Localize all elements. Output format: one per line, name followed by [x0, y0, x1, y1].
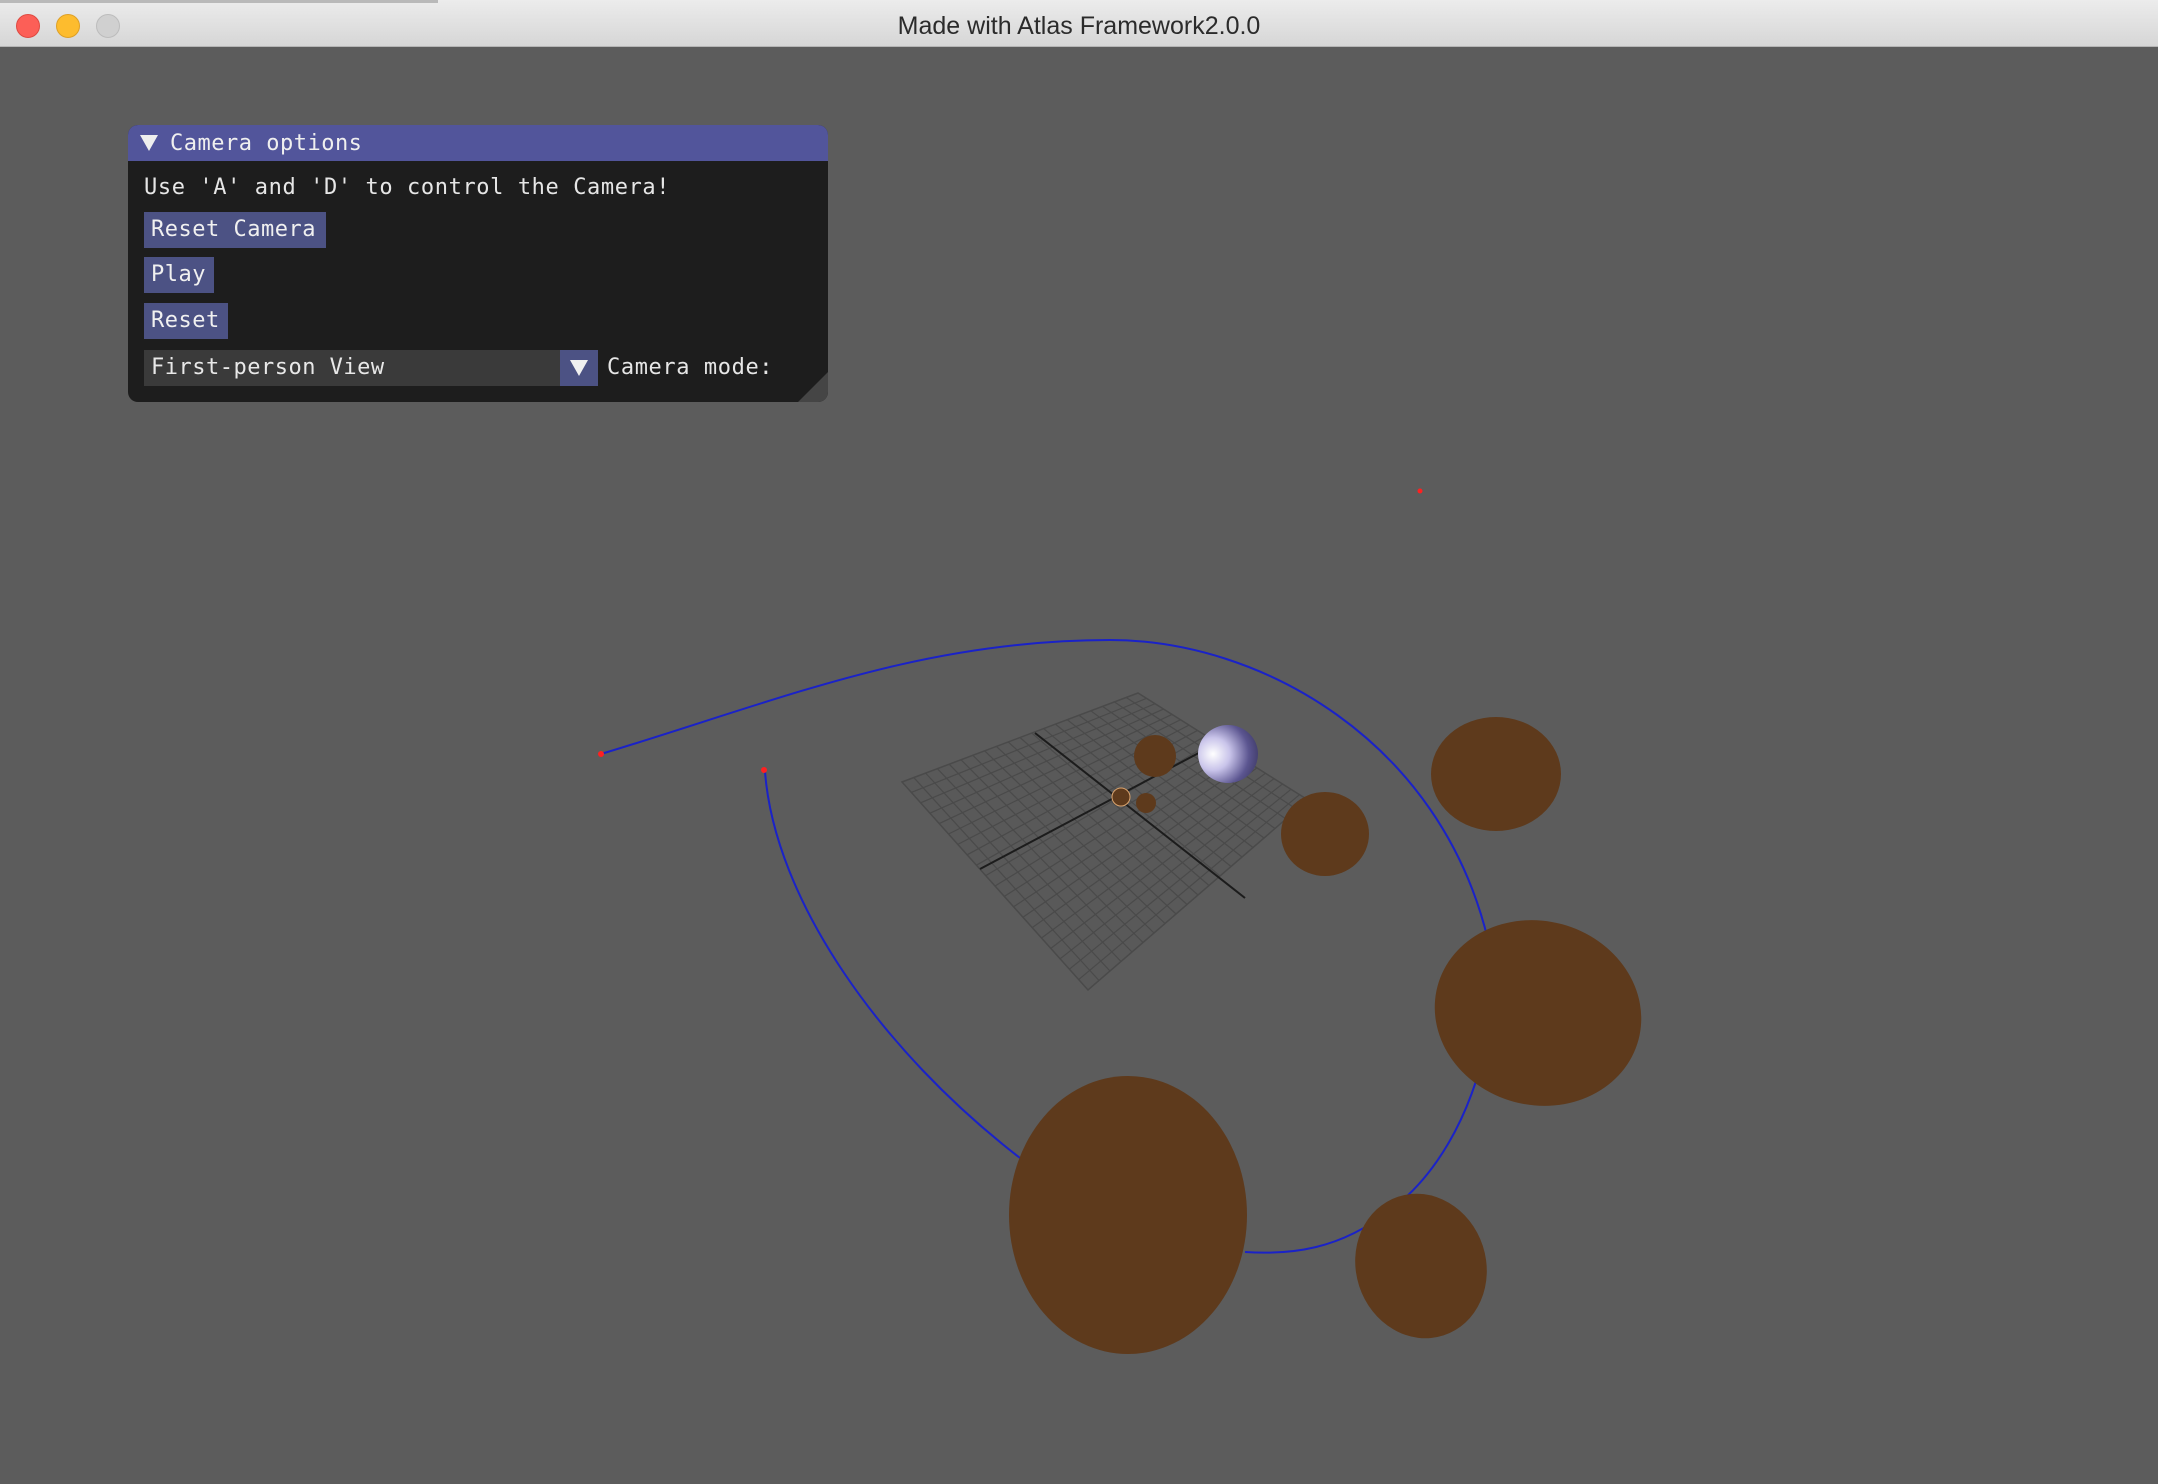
- dropdown-arrow-icon[interactable]: [560, 350, 598, 386]
- camera-options-panel[interactable]: Camera options Use 'A' and 'D' to contro…: [128, 125, 828, 402]
- planet[interactable]: [1337, 1176, 1506, 1355]
- instructions-text: Use 'A' and 'D' to control the Camera!: [144, 175, 671, 200]
- collapse-triangle-icon[interactable]: [140, 135, 158, 151]
- play-button[interactable]: Play: [144, 257, 214, 293]
- window-titlebar[interactable]: Made with Atlas Framework2.0.0: [0, 0, 2158, 47]
- control-point[interactable]: [1417, 488, 1423, 494]
- resize-grip-icon[interactable]: [798, 372, 828, 402]
- planet-largest[interactable]: [1009, 1076, 1247, 1354]
- camera-mode-value: First-person View: [151, 355, 385, 380]
- camera-mode-label: Camera mode:: [607, 355, 774, 380]
- planet[interactable]: [1431, 717, 1561, 831]
- camera-mode-select[interactable]: First-person View: [144, 350, 598, 386]
- control-point[interactable]: [761, 767, 767, 773]
- planet[interactable]: [1281, 792, 1369, 876]
- highlight-sphere[interactable]: [1198, 725, 1258, 783]
- reset-camera-button[interactable]: Reset Camera: [144, 212, 326, 248]
- planet-tiny[interactable]: [1111, 787, 1131, 807]
- planet-large[interactable]: [1414, 897, 1663, 1129]
- 3d-viewport[interactable]: Camera options Use 'A' and 'D' to contro…: [0, 47, 2158, 1484]
- planet-tiny[interactable]: [1136, 793, 1156, 813]
- planet-small[interactable]: [1134, 735, 1176, 777]
- panel-header[interactable]: Camera options: [128, 125, 828, 161]
- control-point[interactable]: [598, 751, 604, 757]
- panel-title: Camera options: [170, 130, 363, 156]
- window-title: Made with Atlas Framework2.0.0: [897, 12, 1261, 40]
- reset-button[interactable]: Reset: [144, 303, 228, 339]
